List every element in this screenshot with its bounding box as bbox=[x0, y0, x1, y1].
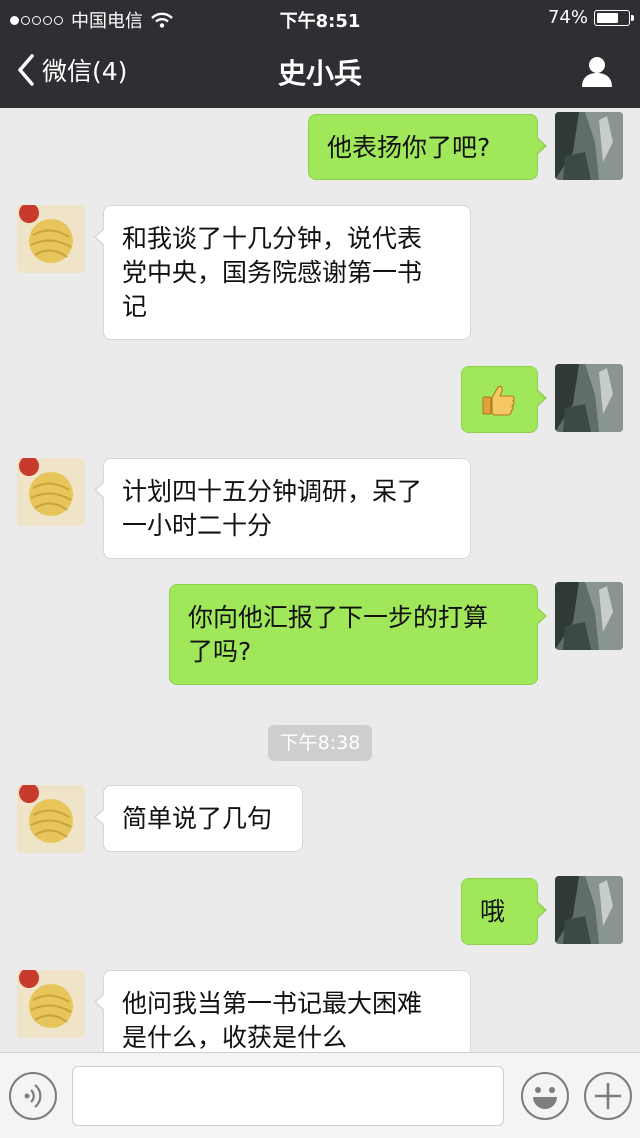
battery-icon bbox=[594, 9, 634, 26]
yarn-ball-photo bbox=[17, 205, 85, 273]
message-bubble-incoming[interactable]: 和我谈了十几分钟，说代表 党中央，国务院感谢第一书 记 bbox=[94, 205, 471, 340]
chat-area[interactable]: 他表扬你了吧? 和我谈了十几分钟，说代表 党中央，国务院感谢第一书 记 计划四十… bbox=[0, 108, 640, 1052]
yarn-ball-photo bbox=[17, 458, 85, 526]
contact-avatar[interactable] bbox=[17, 205, 85, 273]
landscape-photo bbox=[555, 582, 623, 650]
contact-avatar[interactable] bbox=[17, 970, 85, 1038]
status-time: 下午8:51 bbox=[279, 11, 361, 32]
yarn-ball-photo bbox=[17, 970, 85, 1038]
message-input[interactable] bbox=[72, 1066, 504, 1126]
message-line: 了吗? bbox=[188, 637, 252, 666]
emoji-button[interactable] bbox=[521, 1072, 569, 1120]
message-line: 记 bbox=[122, 292, 148, 321]
message-line: 党中央，国务院感谢第一书 bbox=[122, 258, 423, 287]
battery-percent: 74% bbox=[547, 7, 588, 28]
message-text: 简单说了几句 bbox=[122, 804, 273, 833]
contact-avatar[interactable] bbox=[17, 785, 85, 853]
battery-tip bbox=[631, 14, 634, 21]
thumbs-up-emoji bbox=[482, 385, 515, 416]
message-bubble-outgoing[interactable]: 你向他汇报了下一步的打算 了吗? bbox=[169, 584, 547, 685]
plus-icon bbox=[594, 1082, 622, 1110]
contact-avatar[interactable] bbox=[17, 458, 85, 526]
message-line: 你向他汇报了下一步的打算 bbox=[188, 603, 489, 632]
landscape-photo bbox=[555, 112, 623, 180]
status-bar: 中国电信 下午8:51 74% bbox=[0, 0, 640, 36]
nav-bar: 微信(4) 史小兵 bbox=[0, 36, 640, 108]
yarn-ball-photo bbox=[17, 785, 85, 853]
input-bar bbox=[0, 1052, 640, 1138]
my-avatar[interactable] bbox=[555, 112, 623, 180]
message-bubble-incoming[interactable]: 他问我当第一书记最大困难 是什么，收获是什么 bbox=[94, 970, 471, 1052]
add-button[interactable] bbox=[584, 1072, 632, 1120]
message-bubble-incoming[interactable]: 简单说了几句 bbox=[94, 785, 303, 852]
message-line: 他问我当第一书记最大困难 bbox=[122, 989, 423, 1018]
chat-title: 史小兵 bbox=[277, 57, 362, 90]
message-text: 他表扬你了吧? bbox=[327, 133, 491, 162]
top-bar: 中国电信 下午8:51 74% 微信(4) 史小兵 bbox=[0, 0, 640, 108]
smiley-icon bbox=[533, 1087, 557, 1109]
my-avatar[interactable] bbox=[555, 582, 623, 650]
person-icon[interactable] bbox=[580, 54, 614, 88]
landscape-photo bbox=[555, 876, 623, 944]
message-bubble-outgoing[interactable]: 他表扬你了吧? bbox=[308, 114, 547, 180]
voice-button[interactable] bbox=[9, 1072, 57, 1120]
status-right: 74% bbox=[547, 7, 634, 28]
landscape-photo bbox=[555, 364, 623, 432]
message-bubble-outgoing[interactable] bbox=[461, 366, 547, 433]
message-bubble-outgoing[interactable]: 哦 bbox=[461, 878, 547, 945]
message-line: 是什么，收获是什么 bbox=[122, 1023, 348, 1052]
message-bubble-incoming[interactable]: 计划四十五分钟调研，呆了 一小时二十分 bbox=[94, 458, 471, 559]
my-avatar[interactable] bbox=[555, 364, 623, 432]
message-line: 和我谈了十几分钟，说代表 bbox=[122, 224, 423, 253]
voice-icon bbox=[24, 1084, 42, 1108]
my-avatar[interactable] bbox=[555, 876, 623, 944]
message-line: 计划四十五分钟调研，呆了 bbox=[122, 477, 423, 506]
message-text: 哦 bbox=[480, 897, 506, 926]
message-line: 一小时二十分 bbox=[122, 511, 273, 540]
time-divider: 下午8:38 bbox=[268, 725, 372, 761]
battery-fill bbox=[597, 12, 619, 23]
